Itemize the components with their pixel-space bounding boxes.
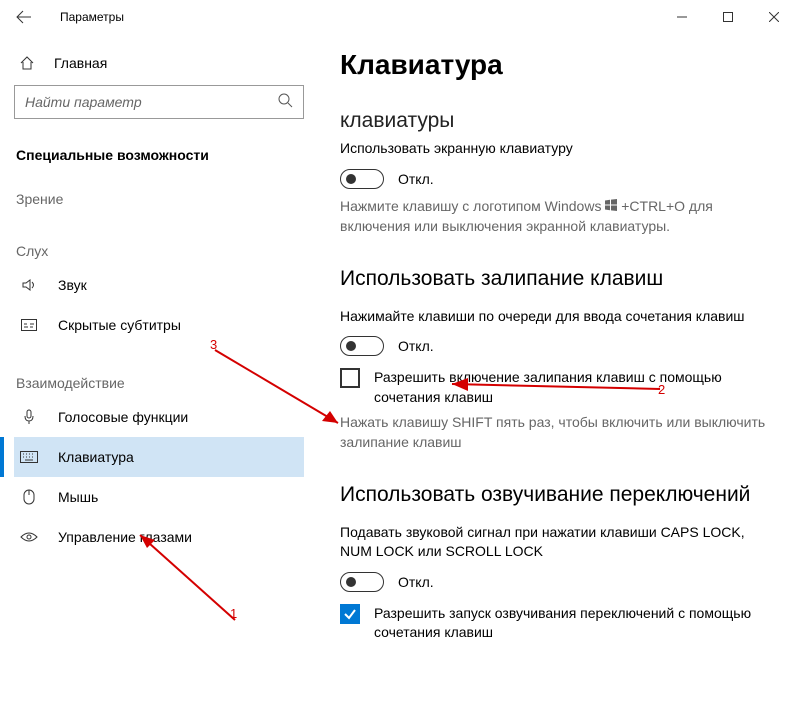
captions-icon bbox=[20, 319, 38, 331]
osk-toggle-row: Откл. bbox=[340, 169, 769, 189]
minimize-icon bbox=[677, 12, 687, 22]
sticky-hint: Нажать клавишу SHIFT пять раз, чтобы вкл… bbox=[340, 413, 769, 452]
osk-toggle[interactable] bbox=[340, 169, 384, 189]
nav-label: Голосовые функции bbox=[58, 409, 188, 425]
togglekeys-toggle-label: Откл. bbox=[398, 574, 434, 590]
nav-eye[interactable]: Управление глазами bbox=[14, 517, 304, 557]
sticky-shortcut-row: Разрешить включение залипания клавиш с п… bbox=[340, 368, 769, 407]
search-box[interactable] bbox=[14, 85, 304, 119]
sound-icon bbox=[20, 277, 38, 293]
osk-desc: Использовать экранную клавиатуру bbox=[340, 139, 769, 159]
mic-icon bbox=[20, 409, 38, 425]
close-icon bbox=[769, 12, 779, 22]
nav-voice[interactable]: Голосовые функции bbox=[14, 397, 304, 437]
group-hearing: Слух bbox=[14, 233, 304, 265]
titlebar: Параметры bbox=[0, 0, 797, 33]
togglekeys-heading: Использовать озвучивание переключений bbox=[340, 483, 769, 507]
osk-toggle-label: Откл. bbox=[398, 171, 434, 187]
window-controls bbox=[659, 0, 797, 33]
nav-label: Скрытые субтитры bbox=[58, 317, 181, 333]
nav-label: Мышь bbox=[58, 489, 98, 505]
minimize-button[interactable] bbox=[659, 0, 705, 33]
nav-sound[interactable]: Звук bbox=[14, 265, 304, 305]
nav-label: Управление глазами bbox=[58, 529, 192, 545]
osk-heading: Использовать устройство без обычной клав… bbox=[340, 83, 769, 133]
osk-hint: Нажмите клавишу с логотипом Windows +CTR… bbox=[340, 197, 769, 237]
close-button[interactable] bbox=[751, 0, 797, 33]
sidebar: Главная Специальные возможности Зрение С… bbox=[0, 33, 318, 724]
page-title: Клавиатура bbox=[340, 49, 769, 81]
back-button[interactable] bbox=[0, 0, 48, 33]
nav-home[interactable]: Главная bbox=[14, 45, 304, 85]
search-input[interactable] bbox=[25, 94, 293, 110]
sticky-shortcut-checkbox[interactable] bbox=[340, 368, 360, 388]
search-icon bbox=[277, 92, 293, 113]
mouse-icon bbox=[20, 489, 38, 505]
nav-label: Звук bbox=[58, 277, 87, 293]
togglekeys-shortcut-checkbox[interactable] bbox=[340, 604, 360, 624]
window-title: Параметры bbox=[60, 10, 124, 24]
togglekeys-desc: Подавать звуковой сигнал при нажатии кла… bbox=[340, 523, 769, 562]
group-interaction: Взаимодействие bbox=[14, 365, 304, 397]
keyboard-icon bbox=[20, 451, 38, 463]
sticky-toggle-label: Откл. bbox=[398, 338, 434, 354]
togglekeys-toggle-row: Откл. bbox=[340, 572, 769, 592]
nav-mouse[interactable]: Мышь bbox=[14, 477, 304, 517]
eye-icon bbox=[20, 531, 38, 543]
nav-label: Клавиатура bbox=[58, 449, 134, 465]
section-header: Специальные возможности bbox=[14, 141, 304, 171]
maximize-button[interactable] bbox=[705, 0, 751, 33]
content-pane: Клавиатура Использовать устройство без о… bbox=[318, 33, 797, 724]
nav-captions[interactable]: Скрытые субтитры bbox=[14, 305, 304, 345]
sticky-desc: Нажимайте клавиши по очереди для ввода с… bbox=[340, 307, 769, 327]
arrow-left-icon bbox=[16, 9, 32, 25]
maximize-icon bbox=[723, 12, 733, 22]
sticky-toggle-row: Откл. bbox=[340, 336, 769, 356]
sticky-toggle[interactable] bbox=[340, 336, 384, 356]
windows-key-icon bbox=[605, 197, 617, 217]
togglekeys-shortcut-row: Разрешить запуск озвучивания переключени… bbox=[340, 604, 769, 643]
togglekeys-shortcut-label: Разрешить запуск озвучивания переключени… bbox=[374, 604, 769, 643]
home-icon bbox=[18, 55, 36, 71]
togglekeys-toggle[interactable] bbox=[340, 572, 384, 592]
sticky-shortcut-label: Разрешить включение залипания клавиш с п… bbox=[374, 368, 769, 407]
sticky-heading: Использовать залипание клавиш bbox=[340, 267, 769, 291]
group-vision: Зрение bbox=[14, 181, 304, 213]
nav-home-label: Главная bbox=[54, 55, 107, 71]
nav-keyboard[interactable]: Клавиатура bbox=[14, 437, 304, 477]
